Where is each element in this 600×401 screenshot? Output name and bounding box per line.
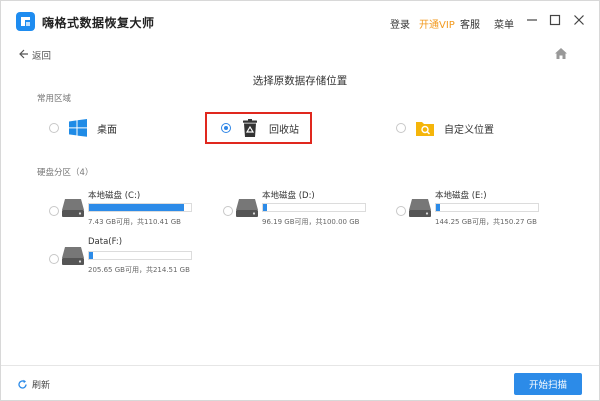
app-window: 嗨格式数据恢复大师 登录 开通VIP 客服 菜单 返回 选择原数据存储位置 常用… xyxy=(0,0,600,401)
disk-usage-bar xyxy=(88,203,192,212)
location-desktop-label: 桌面 xyxy=(97,124,117,136)
radio-disk-d[interactable] xyxy=(223,206,233,216)
refresh-icon xyxy=(18,379,27,389)
disk-usage-bar xyxy=(262,203,366,212)
disk-item[interactable]: 本地磁盘 (D:) 96.19 GB可用，共100.00 GB xyxy=(223,189,383,233)
disk-item[interactable]: 本地磁盘 (E:) 144.25 GB可用，共150.27 GB xyxy=(396,189,556,233)
common-section-label: 常用区域 xyxy=(37,94,72,104)
minimize-button[interactable] xyxy=(525,13,539,27)
back-label: 返回 xyxy=(32,51,52,62)
minimize-icon xyxy=(527,19,537,21)
vip-link[interactable]: 开通VIP xyxy=(419,16,455,31)
windows-icon xyxy=(68,118,88,138)
refresh-label: 刷新 xyxy=(32,381,51,391)
radio-custom[interactable] xyxy=(396,123,406,133)
hard-drive-icon xyxy=(61,197,85,219)
disk-section-label: 硬盘分区（4） xyxy=(37,168,94,178)
location-custom[interactable]: 自定义位置 xyxy=(396,113,494,143)
disk-info: 96.19 GB可用，共100.00 GB xyxy=(262,218,360,226)
disk-usage-fill xyxy=(89,252,94,259)
location-custom-label: 自定义位置 xyxy=(444,124,494,136)
close-button[interactable] xyxy=(572,13,586,27)
app-logo-icon xyxy=(16,12,35,31)
disk-name: Data(F:) xyxy=(88,237,123,247)
arrow-left-icon xyxy=(19,49,29,62)
hard-drive-icon xyxy=(61,245,85,267)
app-title: 嗨格式数据恢复大师 xyxy=(42,16,155,30)
disk-info: 205.65 GB可用，共214.51 GB xyxy=(88,266,190,274)
footer-divider xyxy=(1,365,599,366)
disk-item[interactable]: 本地磁盘 (C:) 7.43 GB可用，共110.41 GB xyxy=(49,189,209,233)
radio-desktop[interactable] xyxy=(49,123,59,133)
radio-disk-c[interactable] xyxy=(49,206,59,216)
hard-drive-icon xyxy=(408,197,432,219)
disk-usage-bar xyxy=(435,203,539,212)
back-button[interactable]: 返回 xyxy=(19,48,51,62)
disk-usage-fill xyxy=(263,204,268,211)
disk-usage-bar xyxy=(88,251,192,260)
custom-folder-icon xyxy=(415,118,435,138)
disk-info: 7.43 GB可用，共110.41 GB xyxy=(88,218,181,226)
start-scan-button[interactable]: 开始扫描 xyxy=(514,373,582,395)
radio-disk-f[interactable] xyxy=(49,254,59,264)
radio-disk-e[interactable] xyxy=(396,206,406,216)
maximize-button[interactable] xyxy=(548,13,562,27)
disk-usage-fill xyxy=(436,204,441,211)
login-link[interactable]: 登录 xyxy=(390,16,410,31)
refresh-button[interactable]: 刷新 xyxy=(17,378,50,391)
maximize-icon xyxy=(549,14,561,26)
disk-info: 144.25 GB可用，共150.27 GB xyxy=(435,218,537,226)
service-link[interactable]: 客服 xyxy=(460,16,480,31)
disk-usage-fill xyxy=(89,204,184,211)
disk-item[interactable]: Data(F:) 205.65 GB可用，共214.51 GB xyxy=(49,237,209,281)
home-icon[interactable] xyxy=(554,47,568,60)
selection-highlight xyxy=(205,112,312,144)
title-bar: 嗨格式数据恢复大师 登录 开通VIP 客服 菜单 xyxy=(1,1,599,41)
location-desktop[interactable]: 桌面 xyxy=(49,113,117,143)
hard-drive-icon xyxy=(235,197,259,219)
disk-name: 本地磁盘 (C:) xyxy=(88,191,141,201)
menu-link[interactable]: 菜单 xyxy=(494,16,514,31)
disk-name: 本地磁盘 (D:) xyxy=(262,191,315,201)
close-icon xyxy=(574,15,584,25)
disk-name: 本地磁盘 (E:) xyxy=(435,191,487,201)
page-title: 选择原数据存储位置 xyxy=(252,75,348,87)
